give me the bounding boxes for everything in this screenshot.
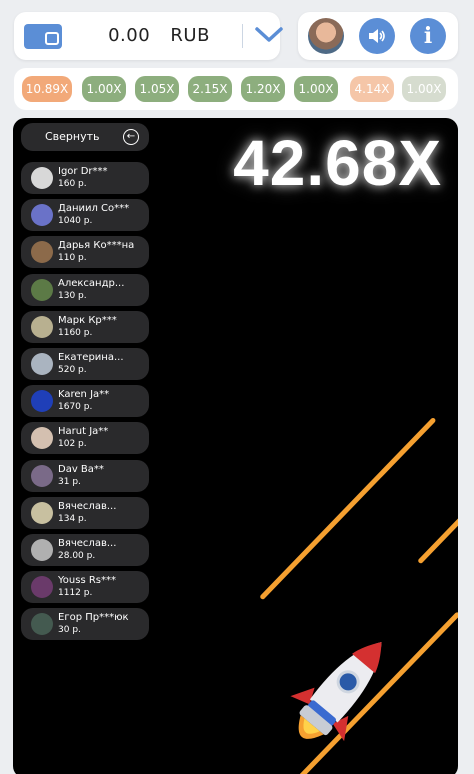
wallet-icon[interactable] [24, 24, 62, 49]
back-arrow-icon: ← [123, 129, 139, 145]
speed-streak [417, 503, 458, 565]
sound-button[interactable] [359, 18, 395, 54]
app-root: 0.00 RUB i 10.89X 1.00X 1.05X 2.15X 1.20X 1.0… [0, 0, 474, 774]
player-avatar [31, 167, 53, 189]
history-pill: 2.15X [188, 76, 232, 102]
history-pill: 1.05X [135, 76, 179, 102]
player-name: Дарья Ко***на [58, 240, 135, 252]
avatar[interactable] [308, 18, 344, 54]
bet-amount: 130 р. [58, 290, 87, 301]
player-name: Екатерина... [58, 352, 124, 363]
bet-row: Марк Кр*** 1160 р. [21, 310, 149, 343]
player-name: Dav Ba** [58, 463, 104, 475]
multiplier-history: 10.89X 1.00X 1.05X 2.15X 1.20X 1.00X 4.14X 1.00… [14, 68, 458, 110]
bet-amount: 160 р. [58, 179, 87, 189]
player-avatar [31, 464, 53, 487]
bet-amount: 520 р. [58, 365, 87, 375]
bet-row: Youss Rs*** 1112 р. [21, 571, 149, 604]
player-name: Harut Ja** [58, 426, 109, 438]
player-name: Youss Rs*** [58, 575, 116, 587]
balance-currency: RUB [170, 25, 210, 46]
player-name: Александр... [58, 277, 125, 289]
player-avatar [31, 315, 53, 338]
bet-row: Dav Ba** 31 р. [21, 459, 149, 492]
player-avatar [31, 204, 53, 227]
player-avatar [31, 576, 53, 599]
bet-row: Даниил Со*** 1040 р. [21, 199, 149, 232]
player-name: Вячеслав... [58, 500, 117, 512]
speed-streak [259, 416, 437, 601]
collapse-label: Свернуть [45, 130, 100, 143]
bet-amount: 102 р. [58, 439, 87, 450]
player-name: Вячеслав... [58, 538, 117, 549]
player-name: Igor Dr*** [58, 166, 108, 177]
user-controls: i [298, 12, 458, 60]
balance-amount: 0.00 [108, 25, 151, 46]
player-avatar [31, 390, 53, 413]
player-avatar [31, 241, 53, 264]
bet-amount: 134 р. [58, 513, 87, 524]
bet-row: Igor Dr*** 160 р. [21, 162, 149, 194]
bet-amount: 1670 р. [58, 402, 93, 413]
bet-row: Дарья Ко***на 110 р. [21, 236, 149, 269]
bet-row: Екатерина... 520 р. [21, 348, 149, 380]
bet-row: Karen Ja** 1670 р. [21, 385, 149, 418]
player-avatar [31, 539, 53, 561]
history-pill: 1.20X [241, 76, 285, 102]
divider [242, 24, 243, 48]
chevron-down-icon[interactable] [254, 25, 284, 45]
bet-row: Harut Ja** 102 р. [21, 422, 149, 455]
bet-row: Александр... 130 р. [21, 273, 149, 306]
bet-row: Егор Пр***юк 30 р. [21, 608, 149, 641]
bet-amount: 1160 р. [58, 327, 93, 338]
player-avatar [31, 427, 53, 450]
current-multiplier: 42.68X [233, 127, 442, 199]
speaker-icon [369, 29, 385, 43]
rocket-icon [290, 642, 382, 742]
game-area: 42.68X Свернуть ← Igor Dr*** 160 р. Даниил… [13, 118, 458, 774]
player-avatar [31, 353, 53, 375]
bet-row: Вячеслав... 134 р. [21, 496, 149, 529]
history-pill: 1.00X [294, 76, 338, 102]
player-avatar [31, 278, 53, 301]
player-avatar [31, 501, 53, 524]
bet-amount: 31 р. [58, 476, 81, 487]
balance-bar: 0.00 RUB [14, 12, 283, 60]
bet-row: Вячеслав... 28.00 р. [21, 534, 149, 566]
player-name: Даниил Со*** [58, 203, 130, 215]
player-name: Марк Кр*** [58, 314, 117, 326]
info-icon[interactable]: i [410, 18, 446, 54]
player-name: Егор Пр***юк [58, 612, 129, 624]
history-pill: 1.00X [82, 76, 126, 102]
bet-amount: 1040 р. [58, 216, 93, 227]
history-pill: 1.00X [402, 76, 446, 102]
bet-amount: 28.00 р. [58, 551, 96, 561]
bet-amount: 1112 р. [58, 588, 93, 599]
history-pill: 4.14X [350, 76, 394, 102]
balance-display: 0.00 RUB [74, 25, 244, 46]
player-avatar [31, 613, 53, 636]
player-name: Karen Ja** [58, 389, 110, 401]
bet-amount: 110 р. [58, 253, 87, 264]
collapse-button[interactable]: Свернуть ← [21, 123, 149, 151]
bet-amount: 30 р. [58, 625, 81, 636]
history-pill: 10.89X [22, 76, 72, 102]
